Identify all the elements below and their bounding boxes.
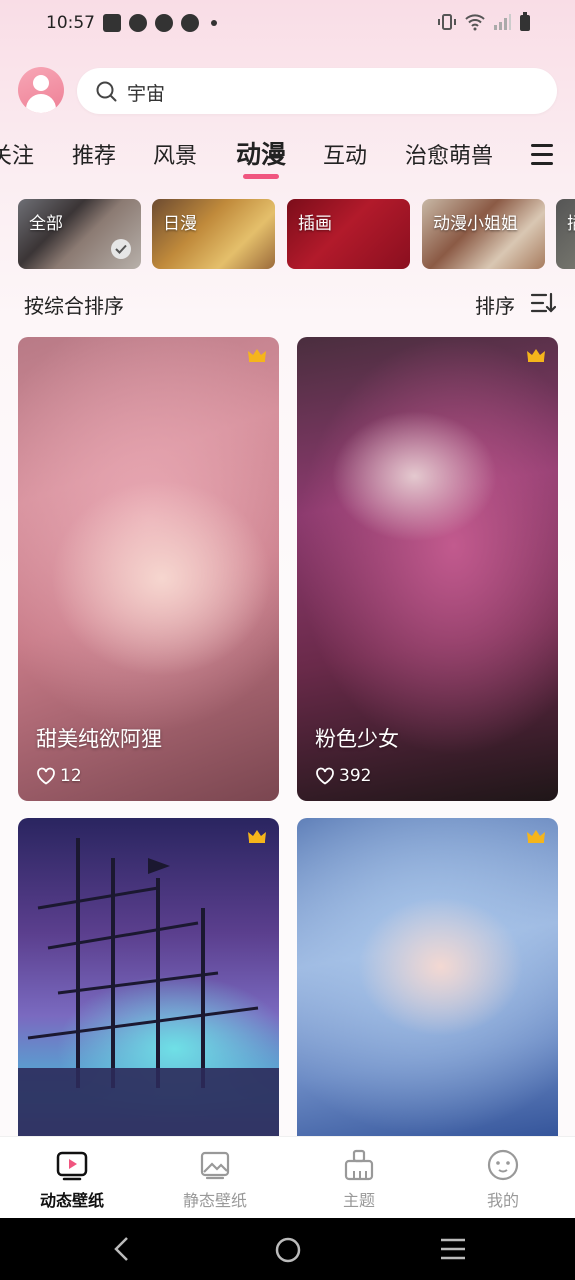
nav-theme[interactable]: 主题 [304, 1149, 414, 1211]
menu-icon[interactable] [531, 144, 553, 171]
brush-icon [344, 1149, 374, 1181]
chip-label: 插 [567, 209, 575, 234]
subcategory-chips: 全部 日漫 插画 动漫小姐姐 插 [0, 199, 575, 269]
chip-all[interactable]: 全部 [18, 199, 141, 269]
card-title: 甜美纯欲阿狸 [36, 727, 162, 751]
crown-icon [248, 349, 266, 362]
tab-following[interactable]: 关注 [0, 138, 34, 170]
more-notifications-icon [211, 20, 217, 26]
avatar-head-shape [33, 75, 49, 91]
wifi-icon [465, 14, 485, 31]
chip-label: 日漫 [163, 214, 197, 234]
back-icon[interactable] [111, 1236, 133, 1262]
chip-japanese-anime[interactable]: 日漫 [152, 199, 275, 269]
bottom-navigation: 动态壁纸 静态壁纸 主题 我的 [0, 1136, 575, 1218]
notification-icon [155, 14, 173, 32]
search-icon [96, 81, 117, 102]
heart-icon [316, 767, 334, 785]
tab-healing-pets[interactable]: 治愈萌兽 [405, 138, 493, 170]
crown-icon [527, 830, 545, 843]
chip-partial[interactable]: 插 [556, 199, 575, 269]
heart-icon [37, 767, 55, 785]
sort-button-label[interactable]: 排序 [475, 290, 515, 319]
signal-icon [494, 14, 511, 30]
system-status-icons [437, 12, 531, 32]
play-video-icon [56, 1151, 88, 1181]
status-time: 10:57 [46, 13, 95, 33]
home-icon[interactable] [274, 1236, 302, 1264]
wallpaper-card[interactable] [297, 818, 558, 1148]
tab-interactive[interactable]: 互动 [323, 138, 367, 170]
vibrate-icon [438, 14, 456, 30]
like-count: 392 [339, 766, 372, 786]
nav-label: 主题 [342, 1191, 375, 1210]
nav-label: 动态壁纸 [39, 1191, 104, 1210]
chip-label: 动漫小姐姐 [433, 214, 518, 234]
user-avatar[interactable] [18, 67, 64, 113]
recent-apps-icon[interactable] [439, 1236, 467, 1262]
like-count: 12 [60, 766, 82, 786]
notification-icon [103, 14, 121, 32]
nav-label: 我的 [486, 1191, 519, 1210]
tab-recommended[interactable]: 推荐 [72, 138, 116, 170]
card-title: 粉色少女 [315, 727, 399, 751]
notification-icon [181, 14, 199, 32]
status-bar: 10:57 [0, 0, 575, 48]
wallpaper-card[interactable]: 甜美纯欲阿狸 12 [18, 337, 279, 801]
tab-anime[interactable]: 动漫 [236, 135, 286, 171]
wallpaper-card[interactable]: 粉色少女 392 [297, 337, 558, 801]
system-navigation-bar [0, 1218, 575, 1280]
card-likes[interactable]: 12 [36, 766, 82, 786]
chip-anime-girl[interactable]: 动漫小姐姐 [422, 199, 545, 269]
notification-icon [129, 14, 147, 32]
chip-illustration[interactable]: 插画 [287, 199, 410, 269]
chip-label: 全部 [29, 214, 63, 234]
nav-static-wallpaper[interactable]: 静态壁纸 [160, 1149, 270, 1211]
wallpaper-card[interactable] [18, 818, 279, 1148]
card-likes[interactable]: 392 [315, 766, 371, 786]
chip-label: 插画 [298, 214, 332, 234]
sort-mode-label[interactable]: 按综合排序 [24, 290, 124, 319]
nav-label: 静态壁纸 [182, 1191, 247, 1210]
crown-icon [527, 349, 545, 362]
check-icon [111, 239, 131, 259]
sort-icon[interactable] [530, 292, 556, 314]
nav-dynamic-wallpaper[interactable]: 动态壁纸 [17, 1149, 127, 1211]
avatar-body-shape [26, 94, 56, 113]
face-icon [487, 1149, 519, 1181]
active-tab-indicator [243, 174, 279, 179]
nav-me[interactable]: 我的 [448, 1149, 558, 1211]
category-tabs: 关注 推荐 风景 动漫 互动 治愈萌兽 [0, 130, 575, 186]
search-placeholder: 宇宙 [127, 83, 166, 105]
battery-icon [520, 12, 530, 31]
search-bar[interactable]: 宇宙 [77, 68, 557, 114]
image-icon [200, 1151, 230, 1180]
tab-scenery[interactable]: 风景 [153, 138, 197, 170]
ship-silhouette [18, 838, 279, 1148]
